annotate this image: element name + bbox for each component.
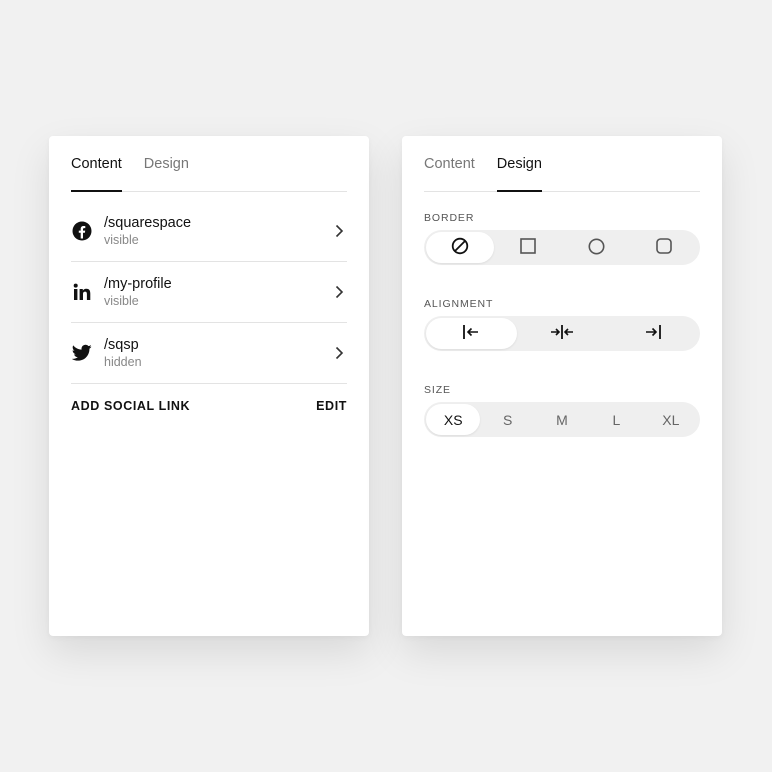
link-actions: ADD SOCIAL LINK EDIT [71,384,347,413]
social-link-row[interactable]: /squarespace visible [71,201,347,262]
tab-design[interactable]: Design [496,136,543,192]
rounded-square-icon [656,238,672,257]
chevron-right-icon [331,345,347,361]
social-link-status: hidden [104,354,142,369]
alignment-section: ALIGNMENT [424,298,700,351]
alignment-label: ALIGNMENT [424,298,494,310]
size-section: SIZE XS S M L XL [424,384,700,437]
social-links-panel-design: Content Design BORDER ALIGNMENT SIZE XS … [402,136,722,636]
social-link-row[interactable]: /my-profile visible [71,262,347,323]
social-link-handle: /my-profile [104,275,172,292]
border-selector [424,230,700,265]
twitter-icon [71,342,93,364]
size-option-s[interactable]: S [480,404,534,435]
alignment-selector [424,316,700,351]
tab-design[interactable]: Design [144,136,189,191]
edit-button[interactable]: EDIT [316,399,347,413]
align-center-option[interactable] [517,318,608,349]
size-option-m[interactable]: M [535,404,589,435]
size-selector: XS S M L XL [424,402,700,437]
size-option-xs[interactable]: XS [426,404,481,435]
tab-bar: Content Design [71,136,347,192]
facebook-icon [71,220,93,242]
social-links-panel-content: Content Design /squarespace visible /my-… [49,136,369,636]
tab-bar: Content Design [424,136,700,192]
chevron-right-icon [331,284,347,300]
border-circle-option[interactable] [562,232,630,263]
align-right-option[interactable] [607,318,698,349]
border-square-option[interactable] [494,232,562,263]
tab-content[interactable]: Content [424,136,475,191]
align-center-icon [550,324,574,343]
social-link-text: /my-profile visible [104,275,331,310]
border-rounded-option[interactable] [630,232,698,263]
social-link-text: /sqsp hidden [104,336,331,371]
size-label: SIZE [424,384,451,396]
square-icon [520,238,536,257]
social-link-text: /squarespace visible [104,214,331,249]
align-left-option[interactable] [426,318,517,349]
social-link-status: visible [104,232,139,247]
size-option-l[interactable]: L [589,404,643,435]
border-section: BORDER [424,212,700,265]
add-social-link-button[interactable]: ADD SOCIAL LINK [71,399,190,413]
circle-icon [588,238,605,258]
social-link-status: visible [104,293,139,308]
chevron-right-icon [331,223,347,239]
social-link-handle: /squarespace [104,214,192,231]
social-link-row[interactable]: /sqsp hidden [71,323,347,384]
align-left-icon [462,324,480,343]
size-option-xl[interactable]: XL [644,404,698,435]
tab-content[interactable]: Content [71,136,122,192]
none-icon [451,237,469,258]
align-right-icon [644,324,662,343]
linkedin-icon [71,281,93,303]
social-link-handle: /sqsp [104,336,139,353]
border-none-option[interactable] [426,232,494,263]
border-label: BORDER [424,212,475,224]
